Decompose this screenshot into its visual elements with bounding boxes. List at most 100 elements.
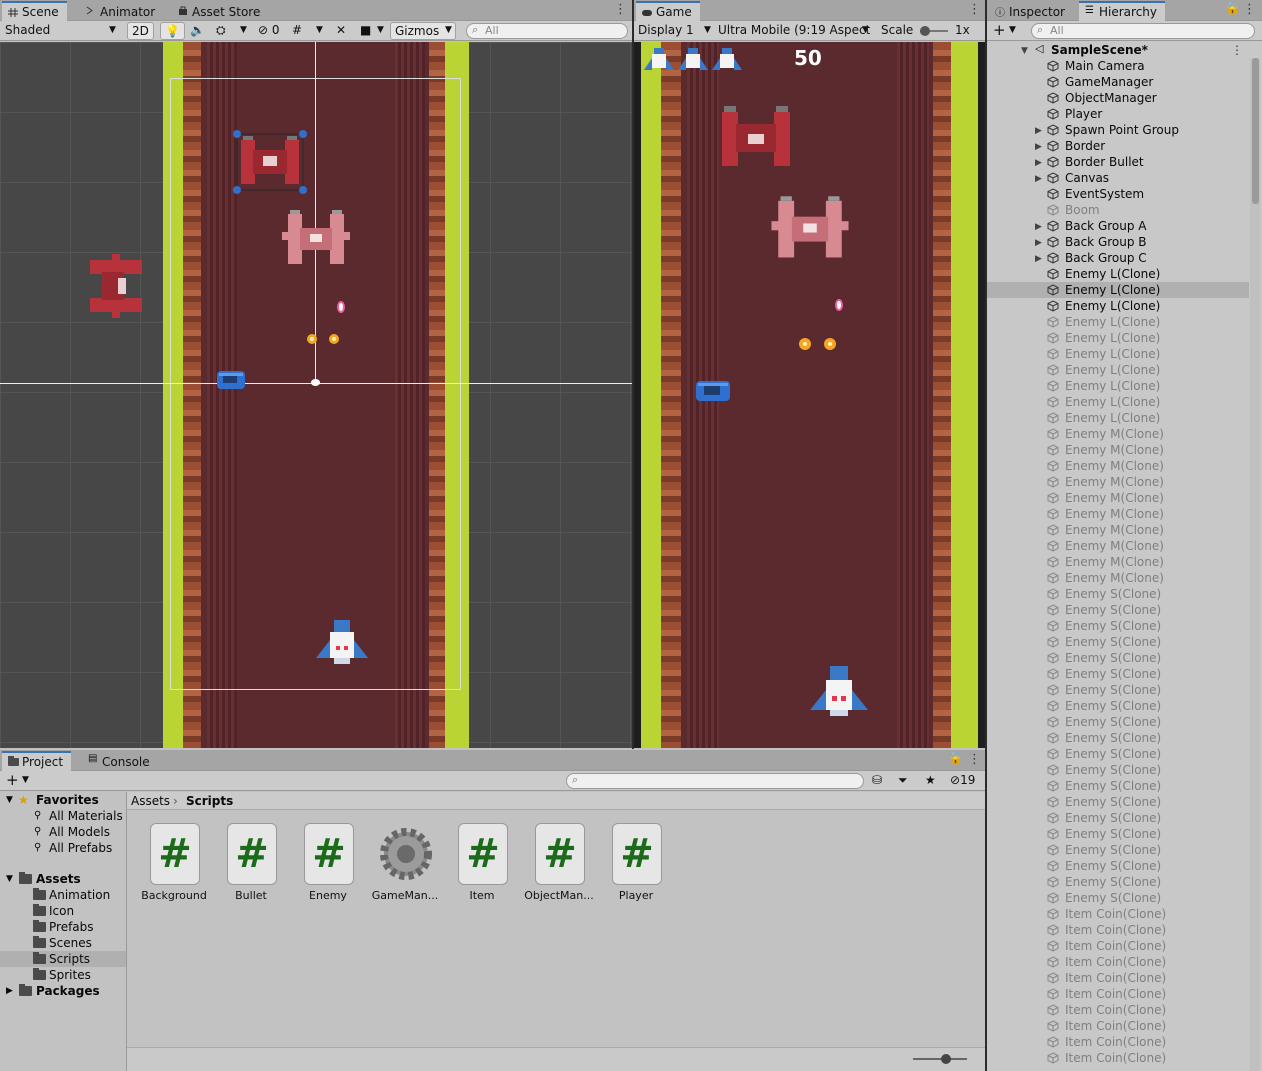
hierarchy-row[interactable]: GameManager (987, 74, 1249, 90)
hierarchy-row[interactable]: ▶ Spawn Point Group (987, 122, 1249, 138)
tab-console[interactable]: ▤ Console (82, 751, 158, 771)
project-menu-icon[interactable]: ⋮ (968, 752, 981, 767)
collapsed-arrow-icon[interactable]: ▶ (1035, 155, 1042, 171)
project-search-input[interactable] (566, 773, 864, 789)
hierarchy-row[interactable]: Item Coin(Clone) (987, 954, 1249, 970)
hierarchy-row[interactable]: ▶ Back Group B (987, 234, 1249, 250)
hierarchy-row[interactable]: ObjectManager (987, 90, 1249, 106)
hierarchy-scrollbar[interactable] (1250, 58, 1260, 1071)
grid-dropdown-icon[interactable]: ▼ (316, 25, 323, 35)
tab-game[interactable]: Game (636, 1, 700, 21)
tab-inspector[interactable]: ⓘ Inspector (989, 1, 1073, 21)
pivot-handle[interactable] (311, 379, 320, 386)
packages-row[interactable]: ▶ Packages (0, 983, 126, 999)
hierarchy-row[interactable]: ▶ Border (987, 138, 1249, 154)
hierarchy-row[interactable]: EventSystem (987, 186, 1249, 202)
scene-menu-icon[interactable]: ⋮ (614, 2, 627, 17)
toggle-2d-button[interactable]: 2D (127, 22, 154, 40)
asset-tile[interactable]: # ObjectMan... (521, 823, 597, 903)
hierarchy-row[interactable]: Enemy S(Clone) (987, 730, 1249, 746)
camera-icon[interactable]: ■ (360, 23, 371, 37)
hierarchy-row[interactable]: Item Coin(Clone) (987, 922, 1249, 938)
breadcrumb-scripts[interactable]: Scripts (186, 794, 233, 808)
scene-menu-icon[interactable]: ⋮ (1231, 42, 1243, 58)
hierarchy-row[interactable]: Enemy L(Clone) (987, 298, 1249, 314)
hierarchy-row[interactable]: Item Coin(Clone) (987, 906, 1249, 922)
asset-tile[interactable]: # Item (444, 823, 520, 903)
draw-mode-dropdown[interactable]: Shaded ▼ (5, 23, 118, 37)
hierarchy-row[interactable]: Enemy M(Clone) (987, 570, 1249, 586)
expanded-arrow-icon[interactable]: ▼ (6, 871, 13, 887)
hierarchy-row[interactable]: Enemy M(Clone) (987, 490, 1249, 506)
collapsed-arrow-icon[interactable]: ▶ (1035, 139, 1042, 155)
hierarchy-row[interactable]: Enemy S(Clone) (987, 874, 1249, 890)
hierarchy-scroll-thumb[interactable] (1252, 58, 1259, 204)
hierarchy-row[interactable]: Item Coin(Clone) (987, 970, 1249, 986)
favorites-row[interactable]: ▼ ★ Favorites (0, 792, 126, 808)
add-dropdown-icon[interactable]: ▼ (1009, 25, 1016, 35)
hierarchy-row[interactable]: Enemy M(Clone) (987, 522, 1249, 538)
enemy-l-selected[interactable] (233, 130, 307, 194)
assets-row[interactable]: ▼ Assets (0, 871, 126, 887)
hierarchy-menu-icon[interactable]: ⋮ (1243, 2, 1256, 17)
icon-size-slider-thumb[interactable] (941, 1054, 951, 1064)
hierarchy-row[interactable]: Item Coin(Clone) (987, 938, 1249, 954)
hierarchy-row[interactable]: Main Camera (987, 58, 1249, 74)
asset-tile[interactable]: # Enemy (290, 823, 366, 903)
visibility-toggle[interactable]: ⊘ 0 (258, 23, 280, 37)
hierarchy-row[interactable]: Enemy S(Clone) (987, 714, 1249, 730)
create-icon[interactable]: + (6, 771, 19, 789)
hierarchy-row[interactable]: Enemy S(Clone) (987, 746, 1249, 762)
hierarchy-row[interactable]: Enemy L(Clone) (987, 346, 1249, 362)
collapsed-arrow-icon[interactable]: ▶ (6, 983, 13, 999)
asset-tile[interactable]: # Bullet (213, 823, 289, 903)
tab-project[interactable]: Project (2, 751, 72, 771)
hierarchy-row[interactable]: Item Coin(Clone) (987, 1034, 1249, 1050)
hierarchy-row[interactable]: Enemy L(Clone) (987, 362, 1249, 378)
scene-viewport[interactable] (0, 42, 632, 748)
asset-folder-row[interactable]: Scripts (0, 951, 126, 967)
asset-folder-row[interactable]: Prefabs (0, 919, 126, 935)
hierarchy-row[interactable]: Enemy M(Clone) (987, 458, 1249, 474)
expanded-arrow-icon[interactable]: ▼ (1021, 43, 1028, 59)
lock-icon[interactable]: 🔓 (948, 751, 963, 765)
hierarchy-row[interactable]: Enemy S(Clone) (987, 890, 1249, 906)
hierarchy-row[interactable]: Enemy S(Clone) (987, 794, 1249, 810)
search-by-label-icon[interactable]: ⏷ (898, 773, 908, 788)
asset-folder-row[interactable]: Animation (0, 887, 126, 903)
display-dropdown[interactable]: Display 1 ▼ (638, 23, 711, 37)
hierarchy-row[interactable]: Enemy L(Clone) (987, 330, 1249, 346)
hierarchy-row[interactable]: Enemy S(Clone) (987, 666, 1249, 682)
aspect-chevron-icon[interactable]: ▼ (862, 25, 869, 35)
hierarchy-row[interactable]: Enemy S(Clone) (987, 682, 1249, 698)
hierarchy-row[interactable]: Item Coin(Clone) (987, 1050, 1249, 1066)
game-viewport[interactable]: 50 (634, 42, 985, 748)
hierarchy-row[interactable]: Enemy L(Clone) (987, 410, 1249, 426)
asset-folder-row[interactable]: Sprites (0, 967, 126, 983)
hierarchy-row[interactable]: Enemy S(Clone) (987, 842, 1249, 858)
effects-icon[interactable]: ⛭ (216, 23, 226, 38)
search-by-type-icon[interactable]: ⛁ (872, 773, 882, 787)
tools-icon[interactable]: ✕ (336, 23, 346, 37)
hierarchy-row[interactable]: Player (987, 106, 1249, 122)
breadcrumb-assets[interactable]: Assets (131, 794, 170, 808)
icon-size-slider-track[interactable] (913, 1058, 967, 1060)
asset-folder-row[interactable]: Scenes (0, 935, 126, 951)
hierarchy-row[interactable]: ▶ Canvas (987, 170, 1249, 186)
expanded-arrow-icon[interactable]: ▼ (6, 792, 13, 808)
hierarchy-row[interactable]: Item Coin(Clone) (987, 986, 1249, 1002)
hierarchy-row[interactable]: Enemy L(Clone) (987, 378, 1249, 394)
enemy-offscreen-sprite[interactable] (86, 254, 146, 318)
hierarchy-row[interactable]: Enemy M(Clone) (987, 426, 1249, 442)
hierarchy-row[interactable]: Enemy L(Clone) (987, 314, 1249, 330)
tab-scene[interactable]: Scene (2, 1, 67, 21)
hierarchy-search-input[interactable]: All (1031, 23, 1255, 39)
asset-tile[interactable]: # Background (136, 823, 212, 903)
create-dropdown-icon[interactable]: ▼ (22, 775, 29, 785)
collapsed-arrow-icon[interactable]: ▶ (1035, 123, 1042, 139)
player-sprite[interactable] (316, 618, 368, 668)
lighting-toggle[interactable]: 💡 (160, 22, 185, 40)
hierarchy-row[interactable]: Enemy S(Clone) (987, 810, 1249, 826)
scene-search-input[interactable]: All (466, 23, 628, 39)
aspect-dropdown[interactable]: Ultra Mobile (9:19 Aspect) (718, 23, 870, 37)
